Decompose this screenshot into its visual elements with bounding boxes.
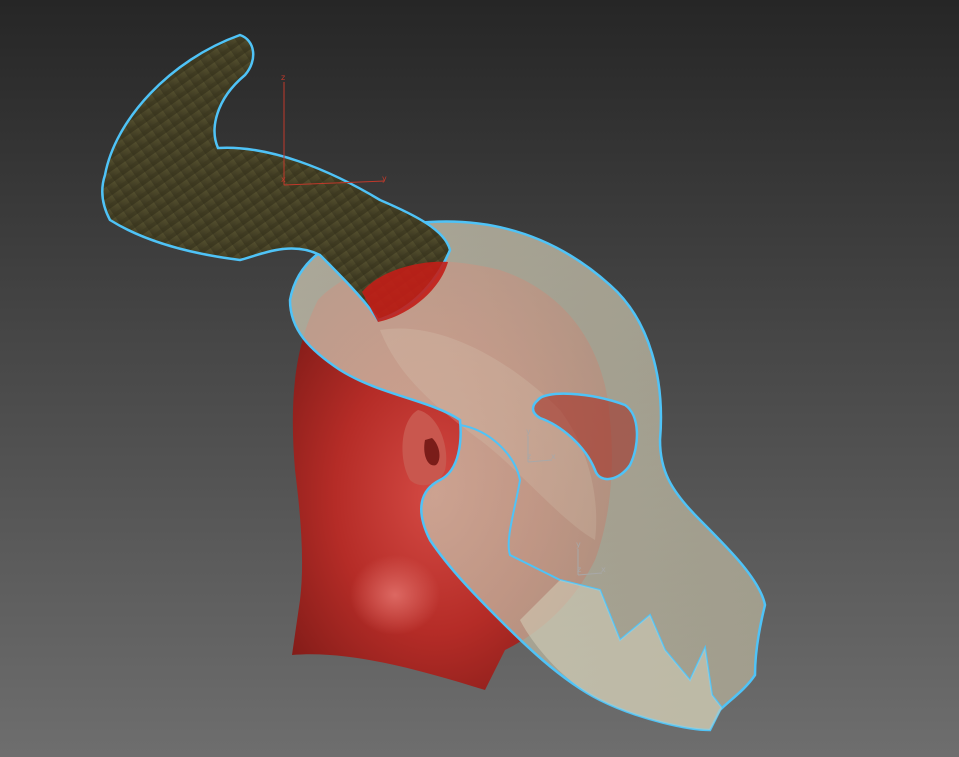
pivot-eye-y-label: y (526, 427, 531, 436)
scene-canvas[interactable]: z x y y z x y z x (0, 0, 959, 757)
3d-viewport[interactable]: z x y y z x y z x (0, 0, 959, 757)
axis-z-label: z (281, 73, 285, 82)
axis-x-label: x (281, 175, 286, 184)
pivot-mouth-z-label: z (577, 565, 581, 574)
pivot-eye-z-label: z (527, 452, 531, 461)
pivot-mouth-x-label: x (601, 565, 606, 574)
axis-y-label: y (382, 174, 387, 183)
pivot-eye-x-label: x (551, 452, 556, 461)
pivot-mouth-y-label: y (576, 540, 581, 549)
